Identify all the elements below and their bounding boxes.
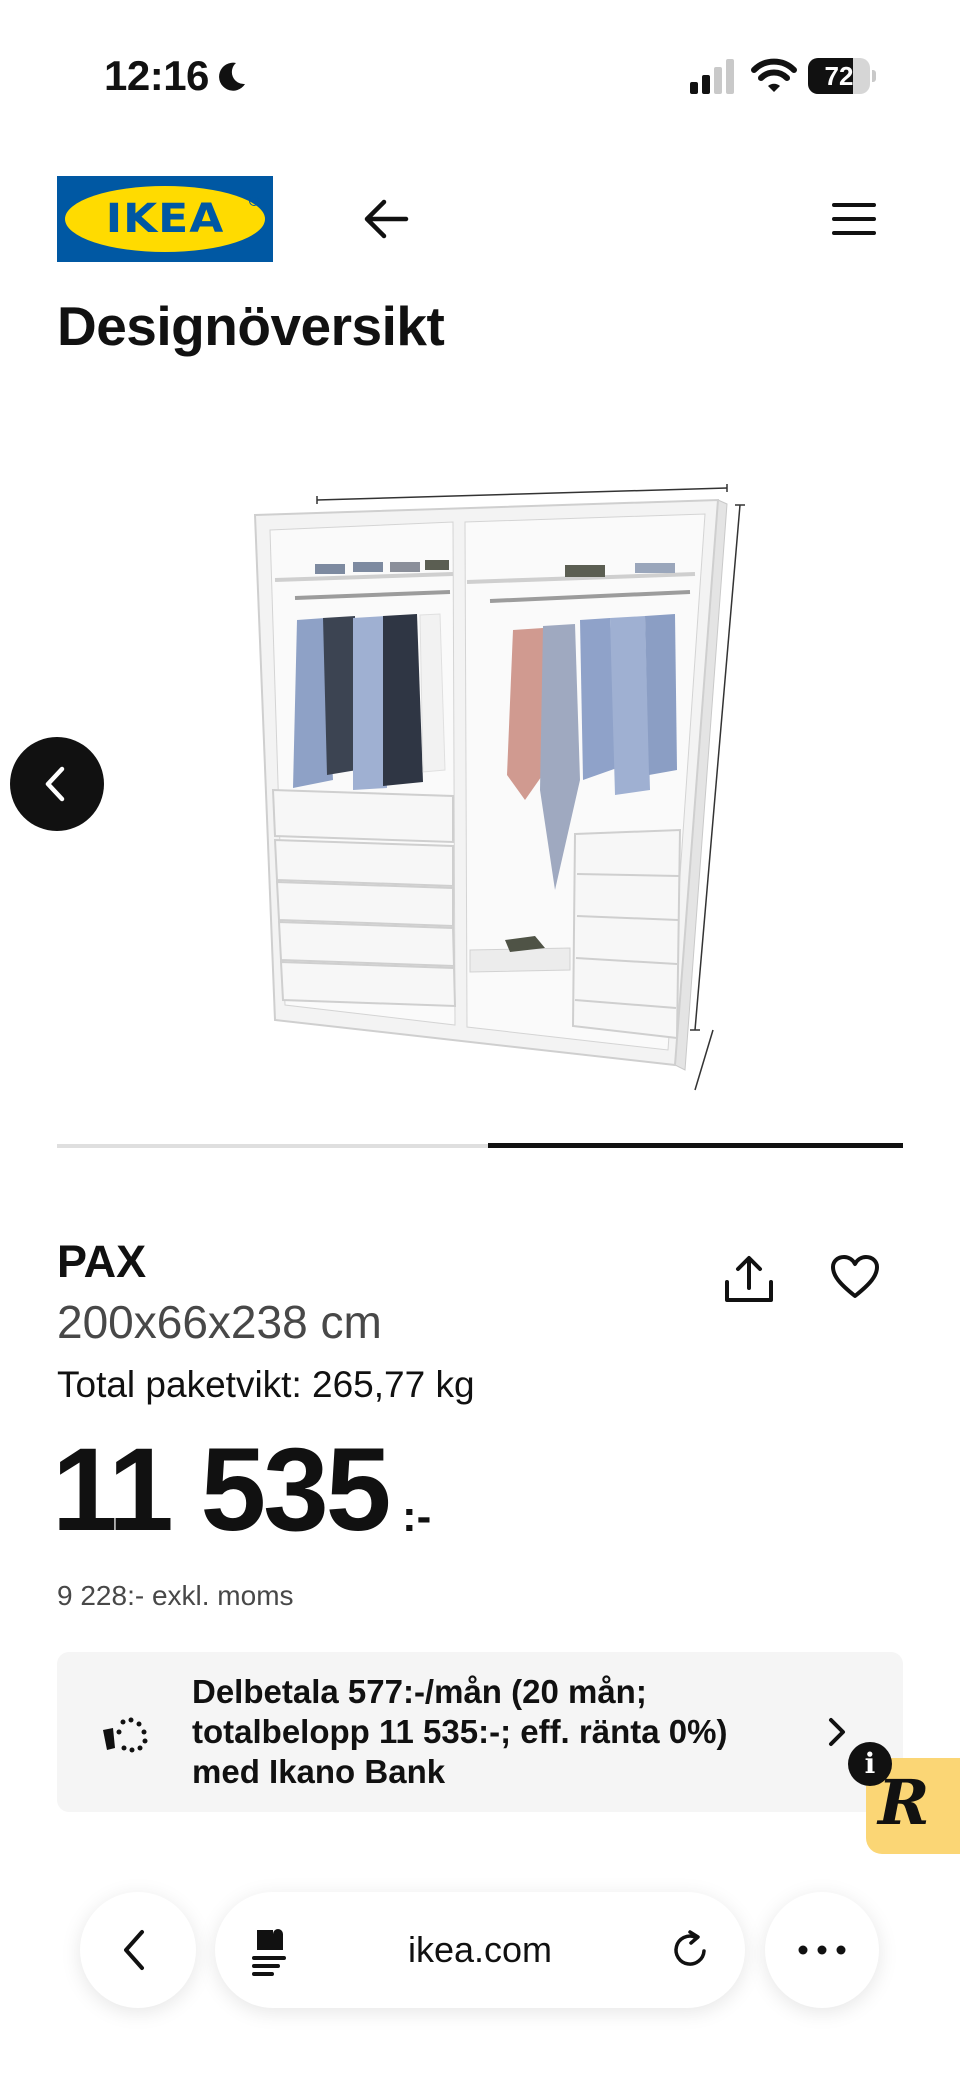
status-time: 12:16	[104, 52, 209, 99]
chevron-left-icon	[124, 1930, 144, 1970]
share-icon[interactable]	[722, 1254, 776, 1304]
financing-text: Delbetala 577:-/mån (20 mån; totalbelopp…	[192, 1673, 728, 1790]
installment-icon	[103, 1717, 148, 1753]
browser-back-button[interactable]	[80, 1892, 196, 2008]
browser-more-button[interactable]	[765, 1892, 879, 2008]
heart-icon[interactable]	[830, 1254, 880, 1300]
product-dimensions: 200x66x238 cm	[57, 1296, 382, 1348]
carousel-prev-button[interactable]	[10, 737, 104, 831]
battery-level: 72	[824, 61, 854, 91]
ikea-logo[interactable]: IKEA	[57, 176, 273, 262]
moon-icon	[219, 62, 245, 91]
logo-text: IKEA	[105, 195, 225, 242]
status-bar: 12:16 72	[0, 0, 960, 150]
chevron-left-icon	[45, 766, 65, 802]
battery-icon: 72	[808, 58, 876, 94]
price-excl-vat: 9 228:- exkl. moms	[57, 1580, 294, 1611]
product-image-wardrobe[interactable]	[235, 470, 755, 1100]
product-price: 11 535	[52, 1424, 391, 1556]
more-dots-icon	[798, 1945, 846, 1955]
product-name: PAX	[57, 1236, 147, 1287]
arrow-left-icon[interactable]	[362, 196, 410, 242]
address-bar[interactable]: ikea.com	[215, 1892, 745, 2008]
reload-icon[interactable]	[671, 1930, 711, 1970]
info-badge[interactable]: i	[848, 1742, 892, 1786]
url-text: ikea.com	[407, 1929, 553, 1970]
chevron-right-icon	[829, 1718, 845, 1746]
carousel-progress-indicator	[488, 1143, 903, 1148]
price-suffix: :-	[402, 1492, 432, 1541]
page-title: Designöversikt	[57, 295, 445, 357]
financing-banner[interactable]: Delbetala 577:-/mån (20 mån; totalbelopp…	[57, 1652, 903, 1812]
wifi-icon	[751, 58, 797, 92]
signal-icon	[690, 59, 734, 94]
hamburger-menu-icon[interactable]	[832, 200, 876, 238]
carousel-progress	[57, 1143, 903, 1148]
product-weight: Total paketvikt: 265,77 kg	[57, 1364, 475, 1405]
